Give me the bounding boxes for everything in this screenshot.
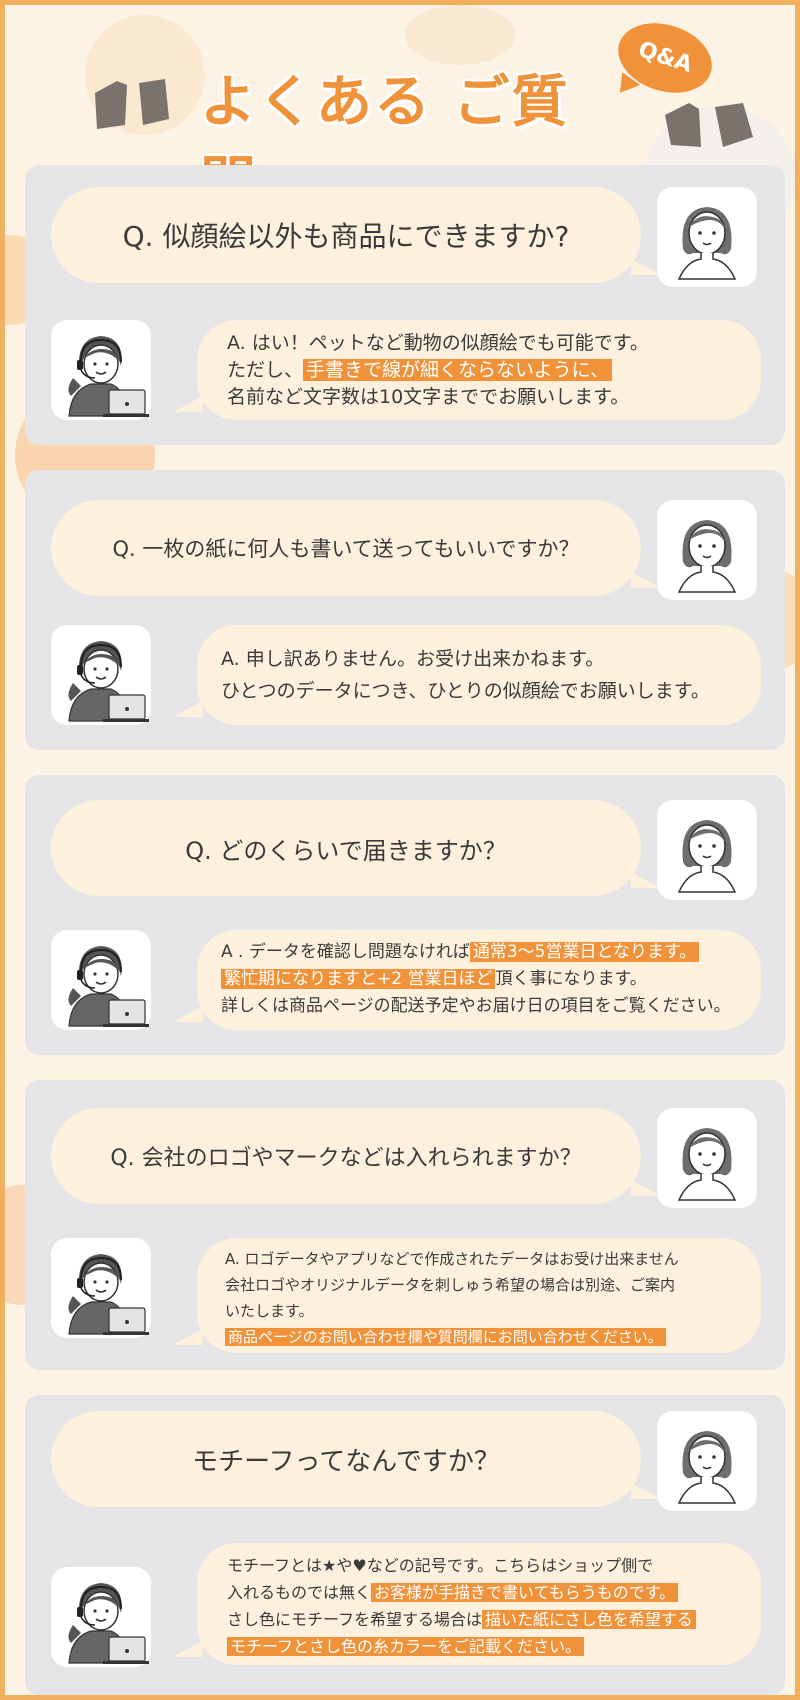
question-text: Q. 一枚の紙に何人も書いて送ってもいいですか？ (112, 537, 580, 561)
answer-line: A . データを確認し問題なければ 通常3～5営業日となります。 (221, 939, 761, 966)
answer-line: ひとつのデータにつき、ひとりの似顔絵でお願いします。 (221, 680, 710, 702)
answer-line: 繁忙期になりますと+2 営業日ほど 頂く事になります。 (221, 966, 761, 993)
operator-avatar (51, 625, 151, 725)
question-text: モチーフってなんですか？ (192, 1446, 500, 1477)
faq-card: モチーフってなんですか？ モチーフとは★や♥などの記号です。こちらはショップ側で… (25, 1395, 785, 1695)
answer-bubble: モチーフとは★や♥などの記号です。こちらはショップ側で 入れるものでは無く お客様… (173, 1543, 761, 1665)
answer-line: 詳しくは商品ページの配送予定やお届け日の項目をご覧ください。 (221, 996, 731, 1016)
answer-highlight: 商品ページのお問い合わせ欄や質問欄にお問い合わせください。 (225, 1328, 666, 1346)
answer-highlight: モチーフとさし色の糸カラーをご記載ください。 (227, 1637, 585, 1656)
faq-card: Q. 会社のロゴやマークなどは入れられますか？ A. ロゴデータやアプリなどで作… (25, 1080, 785, 1370)
shirt-icon (95, 79, 169, 129)
faq-card: Q. 一枚の紙に何人も書いて送ってもいいですか？ A. 申し訳ありません。お受け… (25, 470, 785, 750)
faq-card: Q. どのくらいで届きますか？ A . データを確認し問題なければ 通常3～5営業… (25, 775, 785, 1055)
question-bubble: Q. どのくらいで届きますか？ (51, 800, 661, 896)
answer-line: さし色にモチーフを希望する場合は 描いた紙にさし色を希望する (227, 1606, 761, 1633)
answer-highlight: 繁忙期になりますと+2 営業日ほど (221, 969, 496, 989)
question-bubble: モチーフってなんですか？ (51, 1411, 661, 1507)
customer-avatar (657, 1411, 757, 1511)
answer-highlight: お客様が手描きで書いてもらうものです。 (371, 1583, 679, 1602)
header: よくある ご質問 Q&A (5, 5, 795, 216)
answer-line: モチーフとさし色の糸カラーをご記載ください。 (227, 1633, 761, 1660)
answer-highlight: 手書きで線が細くならないように、 (303, 359, 613, 381)
answer-line: 会社ロゴやオリジナルデータを刺しゅう希望の場合は別途、ご案内 (225, 1276, 676, 1294)
answer-line: 入れるものでは無く お客様が手描きで書いてもらうものです。 (227, 1579, 761, 1606)
answer-line: いたします。 (225, 1302, 314, 1320)
page-frame: よくある ご質問 Q&A Q. 似顔絵以外も商品にできますか? A. はい！ペッ… (0, 0, 800, 1700)
customer-avatar (657, 1108, 757, 1208)
question-text: Q. 会社のロゴやマークなどは入れられますか？ (110, 1146, 582, 1171)
answer-highlight: 描いた紙にさし色を希望する (482, 1610, 696, 1629)
operator-avatar (51, 1567, 151, 1667)
answer-line: ただし、 手書きで線が細くならないように、 (227, 357, 761, 384)
customer-avatar (657, 800, 757, 900)
operator-avatar (51, 1238, 151, 1338)
answer-line: A. ロゴデータやアプリなどで作成されたデータはお受け出来ません (225, 1250, 679, 1268)
answer-line: A. 申し訳ありません。お受け出来かねます。 (221, 648, 605, 670)
customer-avatar (657, 500, 757, 600)
answer-line: 商品ページのお問い合わせ欄や質問欄にお問い合わせください。 (225, 1324, 761, 1350)
operator-avatar (51, 320, 151, 420)
operator-avatar (51, 930, 151, 1030)
answer-bubble: A. 申し訳ありません。お受け出来かねます。 ひとつのデータにつき、ひとりの似顔… (173, 625, 761, 725)
customer-avatar (657, 187, 757, 287)
shirt-icon (665, 103, 753, 147)
answer-bubble: A . データを確認し問題なければ 通常3～5営業日となります。 繁忙期になります… (173, 930, 761, 1030)
faq-card: Q. 似顔絵以外も商品にできますか? A. はい！ペットなど動物の似顔絵でも可能… (25, 165, 785, 445)
answer-bubble: A. ロゴデータやアプリなどで作成されたデータはお受け出来ません 会社ロゴやオリ… (173, 1238, 761, 1353)
question-bubble: Q. 会社のロゴやマークなどは入れられますか？ (51, 1108, 661, 1204)
answer-line: モチーフとは★や♥などの記号です。こちらはショップ側で (227, 1556, 654, 1575)
question-text: Q. どのくらいで届きますか？ (185, 836, 507, 865)
answer-line: A. はい！ペットなど動物の似顔絵でも可能です。 (227, 332, 649, 354)
question-text: Q. 似顔絵以外も商品にできますか? (122, 220, 570, 253)
question-bubble: Q. 似顔絵以外も商品にできますか? (51, 187, 661, 283)
answer-highlight: 通常3～5営業日となります。 (469, 942, 700, 962)
question-bubble: Q. 一枚の紙に何人も書いて送ってもいいですか？ (51, 500, 661, 596)
answer-bubble: A. はい！ペットなど動物の似顔絵でも可能です。 ただし、 手書きで線が細くならな… (173, 320, 761, 420)
answer-line: 名前など文字数は10文字まででお願いします。 (227, 386, 630, 408)
